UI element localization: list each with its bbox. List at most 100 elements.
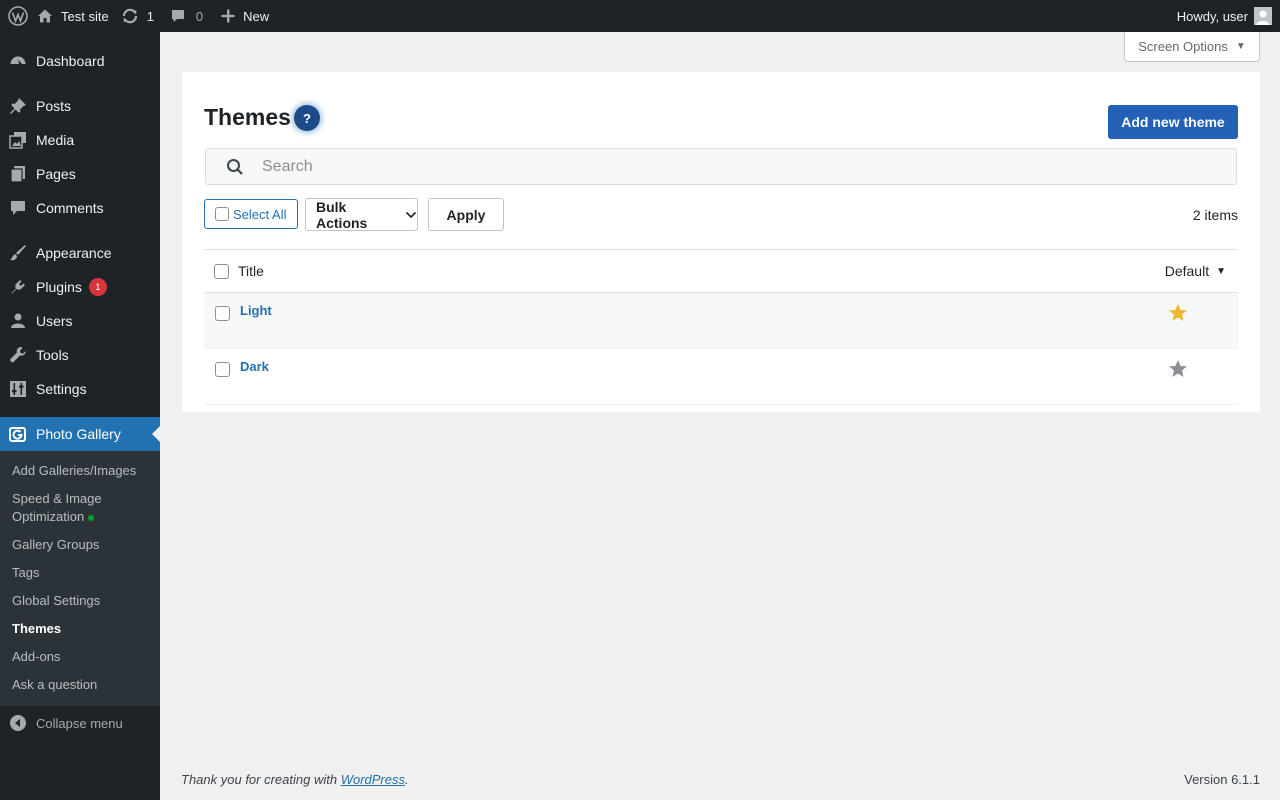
plug-icon: [0, 278, 36, 296]
sidebar-item-media[interactable]: Media: [0, 123, 160, 157]
screen-options-label: Screen Options: [1138, 39, 1228, 54]
collapse-icon: [0, 714, 36, 732]
sidebar-item-pages[interactable]: Pages: [0, 157, 160, 191]
sidebar-item-label: Users: [36, 313, 73, 329]
sidebar-item-label: Media: [36, 132, 75, 148]
sidebar-item-label: Posts: [36, 98, 72, 114]
photo-gallery-submenu: Add Galleries/Images Speed & Image Optim…: [0, 451, 160, 706]
site-name-link[interactable]: Test site: [35, 0, 119, 32]
new-content-link[interactable]: New: [211, 0, 277, 32]
select-all-label: Select All: [233, 206, 287, 222]
collapse-menu-label: Collapse menu: [36, 715, 123, 731]
comments-link[interactable]: 0: [164, 0, 211, 32]
sidebar-item-label: Photo Gallery: [36, 426, 121, 442]
table-header: Title Default ▼: [204, 249, 1238, 293]
comment-icon: [0, 199, 36, 217]
submenu-item-themes[interactable]: Themes: [12, 620, 61, 638]
sidebar-item-label: Plugins: [36, 279, 82, 295]
brush-icon: [0, 244, 36, 262]
pages-icon: [0, 165, 36, 183]
bulk-actions-select[interactable]: Bulk Actions: [305, 198, 418, 231]
sidebar-item-posts[interactable]: Posts: [0, 89, 160, 123]
current-menu-arrow: [152, 426, 160, 442]
dashboard-icon: [0, 52, 36, 70]
bulk-actions-label: Bulk Actions: [316, 198, 368, 231]
sidebar-item-appearance[interactable]: Appearance: [0, 236, 160, 270]
default-star-icon[interactable]: [1168, 303, 1188, 323]
sidebar-item-tools[interactable]: Tools: [0, 338, 160, 372]
screen-options-button[interactable]: Screen Options ▼: [1124, 32, 1260, 62]
submenu-item-tags[interactable]: Tags: [12, 564, 39, 582]
chevron-down-icon: [405, 209, 417, 221]
updates-count: 1: [146, 8, 154, 24]
wordpress-link[interactable]: WordPress: [341, 772, 405, 787]
comments-count: 0: [195, 8, 204, 24]
greeting-label: Howdy, user: [1176, 8, 1248, 24]
plugins-update-badge: 1: [88, 278, 107, 296]
themes-panel: Themes ? Add new theme Search Select All…: [182, 72, 1260, 412]
table-row: Dark: [204, 349, 1238, 405]
items-count: 2 items: [1192, 207, 1238, 223]
sidebar-item-comments[interactable]: Comments: [0, 191, 160, 225]
home-icon: [37, 8, 53, 24]
page-title: Themes: [204, 104, 291, 130]
help-button[interactable]: ?: [294, 105, 320, 131]
photo-gallery-icon: [0, 425, 36, 443]
footer-thanks-suffix: .: [405, 772, 409, 787]
select-all-checkbox[interactable]: [215, 207, 229, 221]
submenu-item-speed-optimization[interactable]: Speed & Image: [12, 490, 102, 508]
row-checkbox[interactable]: [215, 306, 230, 321]
column-title[interactable]: Title: [238, 263, 264, 279]
sidebar-item-label: Pages: [36, 166, 76, 182]
wrench-icon: [0, 346, 36, 364]
status-dot: [88, 514, 95, 521]
search-placeholder: Search: [262, 157, 313, 175]
sidebar-item-label: Tools: [36, 347, 69, 363]
search-icon: [226, 158, 244, 176]
collapse-menu-button[interactable]: Collapse menu: [0, 706, 160, 740]
sidebar-item-label: Appearance: [36, 245, 112, 261]
apply-button[interactable]: Apply: [428, 198, 504, 231]
my-account[interactable]: Howdy, user: [1177, 7, 1280, 25]
select-all-button[interactable]: Select All: [204, 199, 298, 229]
sidebar-item-label: Comments: [36, 200, 104, 216]
add-new-theme-button[interactable]: Add new theme: [1108, 105, 1238, 139]
sidebar-item-photo-gallery[interactable]: Photo Gallery: [0, 417, 160, 451]
pin-icon: [0, 97, 36, 115]
site-name-label: Test site: [61, 8, 109, 24]
submenu-item-add-ons[interactable]: Add-ons: [12, 648, 60, 666]
row-title-link[interactable]: Dark: [240, 359, 269, 374]
row-checkbox[interactable]: [215, 362, 230, 377]
row-title-link[interactable]: Light: [240, 303, 272, 318]
sidebar-item-settings[interactable]: Settings: [0, 372, 160, 406]
sidebar-item-plugins[interactable]: Plugins 1: [0, 270, 160, 304]
user-icon: [0, 312, 36, 330]
themes-table: Title Default ▼ Light Dark: [204, 249, 1238, 405]
submenu-item-label: Optimization: [12, 509, 85, 524]
submenu-item-global-settings[interactable]: Global Settings: [12, 592, 100, 610]
sort-caret-icon: ▼: [1216, 265, 1226, 277]
search-input[interactable]: Search: [205, 148, 1237, 185]
wordpress-logo-icon[interactable]: [1, 0, 35, 32]
submenu-item-gallery-groups[interactable]: Gallery Groups: [12, 536, 99, 554]
column-default[interactable]: Default ▼: [1165, 263, 1226, 279]
version-label: Version 6.1.1: [1184, 772, 1260, 787]
header-checkbox[interactable]: [214, 264, 229, 279]
avatar: [1254, 7, 1272, 25]
sidebar-item-users[interactable]: Users: [0, 304, 160, 338]
column-default-label: Default: [1164, 263, 1210, 279]
footer-thanks-prefix: Thank you for creating with: [181, 772, 341, 787]
submenu-item-add-galleries[interactable]: Add Galleries/Images: [12, 462, 136, 480]
settings-icon: [0, 380, 36, 398]
sidebar-item-dashboard[interactable]: Dashboard: [0, 44, 160, 78]
sidebar-item-label: Dashboard: [36, 53, 105, 69]
updates-link[interactable]: 1: [119, 0, 164, 32]
submenu-item-ask-question[interactable]: Ask a question: [12, 676, 97, 694]
set-default-star-icon[interactable]: [1168, 359, 1188, 379]
sidebar-item-label: Settings: [36, 381, 87, 397]
submenu-item-speed-optimization-line2[interactable]: Optimization: [12, 508, 95, 526]
table-row: Light: [204, 293, 1238, 349]
comment-icon: [170, 8, 186, 24]
new-label: New: [243, 8, 270, 24]
admin-sidebar: Dashboard Posts Media Pages Comments App…: [0, 32, 160, 800]
